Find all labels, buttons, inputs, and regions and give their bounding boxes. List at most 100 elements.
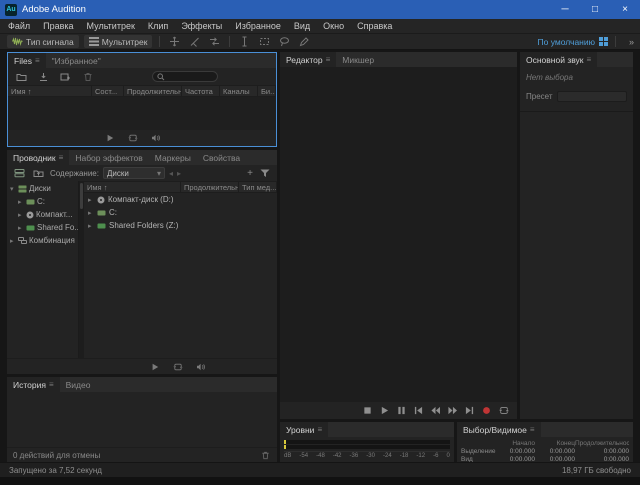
tab-essential-sound[interactable]: Основной звук ≡ <box>520 52 597 67</box>
selection-duration-value[interactable]: 0:00.000 <box>575 448 629 455</box>
menu-item-clip[interactable]: Клип <box>148 21 168 31</box>
toolbar-overflow-button[interactable]: » <box>629 37 633 47</box>
trash-icon[interactable] <box>260 450 271 461</box>
tab-editor[interactable]: Редактор ≡ <box>280 52 336 67</box>
tree-item-drive-combination[interactable]: ▸ Комбинация <box>7 234 78 247</box>
caret-right-icon[interactable]: ▸ <box>88 196 94 204</box>
tree-item-c-drive[interactable]: ▸ C: <box>7 195 78 208</box>
caret-right-icon[interactable]: ▸ <box>18 198 24 206</box>
up-folder-icon[interactable] <box>31 167 46 180</box>
panel-menu-icon[interactable]: ≡ <box>317 425 322 434</box>
back-button[interactable]: ◂ <box>169 169 173 178</box>
tab-media-browser[interactable]: Проводник ≡ <box>7 150 69 165</box>
tree-scrollbar[interactable] <box>79 181 84 358</box>
razor-tool-button[interactable] <box>187 35 202 48</box>
caret-right-icon[interactable]: ▸ <box>88 222 94 230</box>
paintbrush-selection-tool-button[interactable] <box>297 35 312 48</box>
tab-selection-view[interactable]: Выбор/Видимое ≡ <box>457 422 541 437</box>
record-button[interactable] <box>481 405 492 416</box>
menu-item-multitrack[interactable]: Мультитрек <box>87 21 135 31</box>
marquee-selection-tool-button[interactable] <box>257 35 272 48</box>
menu-item-window[interactable]: Окно <box>323 21 344 31</box>
caret-right-icon[interactable]: ▸ <box>18 224 24 232</box>
close-button[interactable]: × <box>610 0 640 19</box>
panel-menu-icon[interactable]: ≡ <box>530 425 535 434</box>
column-state[interactable]: Сост... <box>92 86 124 96</box>
import-file-button[interactable] <box>36 70 51 83</box>
panel-menu-icon[interactable]: ≡ <box>49 380 54 389</box>
column-name[interactable]: Имя ↑ <box>84 182 181 192</box>
menu-item-effects[interactable]: Эффекты <box>181 21 222 31</box>
column-duration[interactable]: Продолжительн... <box>181 182 239 192</box>
tab-properties[interactable]: Свойства <box>197 150 246 165</box>
lasso-selection-tool-button[interactable] <box>277 35 292 48</box>
panel-menu-icon[interactable]: ≡ <box>326 55 331 64</box>
caret-right-icon[interactable]: ▸ <box>10 237 16 245</box>
list-item-cd-drive[interactable]: ▸ Компакт-диск (D:) <box>84 193 277 206</box>
caret-right-icon[interactable]: ▸ <box>88 209 94 217</box>
preset-dropdown[interactable] <box>557 91 628 102</box>
menu-item-view[interactable]: Вид <box>294 21 310 31</box>
content-dropdown[interactable]: Диски ▾ <box>103 167 165 179</box>
caret-right-icon[interactable]: ▸ <box>18 211 24 219</box>
add-shortcut-button[interactable]: + <box>247 168 253 179</box>
time-selection-tool-button[interactable] <box>237 35 252 48</box>
panel-menu-icon[interactable]: ≡ <box>35 56 40 65</box>
workspace-switcher[interactable]: По умолчанию <box>538 37 608 47</box>
waveform-view-button[interactable]: Тип сигнала <box>7 35 79 48</box>
loop-playback-button[interactable] <box>498 405 509 416</box>
forward-button[interactable]: ▸ <box>177 169 181 178</box>
auto-play-speaker-button[interactable] <box>195 361 206 372</box>
list-item-shared-folders[interactable]: ▸ Shared Folders (Z:) <box>84 219 277 232</box>
history-list[interactable] <box>7 392 277 447</box>
tab-markers[interactable]: Маркеры <box>149 150 197 165</box>
tab-effects-rack[interactable]: Набор эффектов <box>69 150 148 165</box>
slip-tool-button[interactable] <box>207 35 222 48</box>
browser-list-empty[interactable] <box>84 232 277 358</box>
tab-mixer[interactable]: Микшер <box>336 52 380 67</box>
rewind-button[interactable] <box>430 405 441 416</box>
column-name[interactable]: Имя ↑ <box>8 86 92 96</box>
preview-play-button[interactable] <box>149 361 160 372</box>
tree-item-drives[interactable]: ▾ Диски <box>7 182 78 195</box>
loop-playback-button[interactable] <box>172 361 183 372</box>
multitrack-view-button[interactable]: Мультитрек <box>84 35 153 48</box>
scrollbar-thumb[interactable] <box>80 183 83 209</box>
tab-video[interactable]: Видео <box>60 377 97 392</box>
stop-button[interactable] <box>362 405 373 416</box>
tab-favorites[interactable]: "Избранное" <box>46 53 107 68</box>
column-sample-rate[interactable]: Частота <box>182 86 220 96</box>
column-duration[interactable]: Продолжительн... <box>124 86 182 96</box>
selection-start-value[interactable]: 0:00.000 <box>495 448 535 455</box>
panel-menu-icon[interactable]: ≡ <box>587 55 592 64</box>
tree-item-shared-folders[interactable]: ▸ Shared Fo... <box>7 221 78 234</box>
loop-playback-button[interactable] <box>127 133 138 144</box>
panel-menu-icon[interactable]: ≡ <box>59 153 64 162</box>
column-bit-depth[interactable]: Би... <box>258 86 276 96</box>
open-file-button[interactable] <box>14 70 29 83</box>
auto-play-speaker-button[interactable] <box>150 133 161 144</box>
files-list[interactable] <box>8 97 276 130</box>
skip-to-start-button[interactable] <box>413 405 424 416</box>
drives-icon[interactable] <box>12 167 27 180</box>
new-item-button[interactable] <box>58 70 73 83</box>
tree-item-cd-drive[interactable]: ▸ Компакт... <box>7 208 78 221</box>
filter-icon[interactable] <box>257 167 272 180</box>
selection-end-value[interactable]: 0:00.000 <box>535 448 575 455</box>
minimize-button[interactable]: ─ <box>550 0 580 19</box>
maximize-button[interactable]: □ <box>580 0 610 19</box>
preview-play-button[interactable] <box>104 133 115 144</box>
move-tool-button[interactable] <box>167 35 182 48</box>
tab-levels[interactable]: Уровни ≡ <box>280 422 328 437</box>
list-item-c-drive[interactable]: ▸ C: <box>84 206 277 219</box>
fast-forward-button[interactable] <box>447 405 458 416</box>
tab-history[interactable]: История ≡ <box>7 377 60 392</box>
column-media-type[interactable]: Тип мед... <box>239 182 277 192</box>
menu-item-favorites[interactable]: Избранное <box>235 21 281 31</box>
menu-item-help[interactable]: Справка <box>357 21 392 31</box>
column-channels[interactable]: Каналы <box>220 86 258 96</box>
menu-item-file[interactable]: Файл <box>8 21 30 31</box>
play-button[interactable] <box>379 405 390 416</box>
skip-to-end-button[interactable] <box>464 405 475 416</box>
tab-files[interactable]: Files ≡ <box>8 53 46 68</box>
